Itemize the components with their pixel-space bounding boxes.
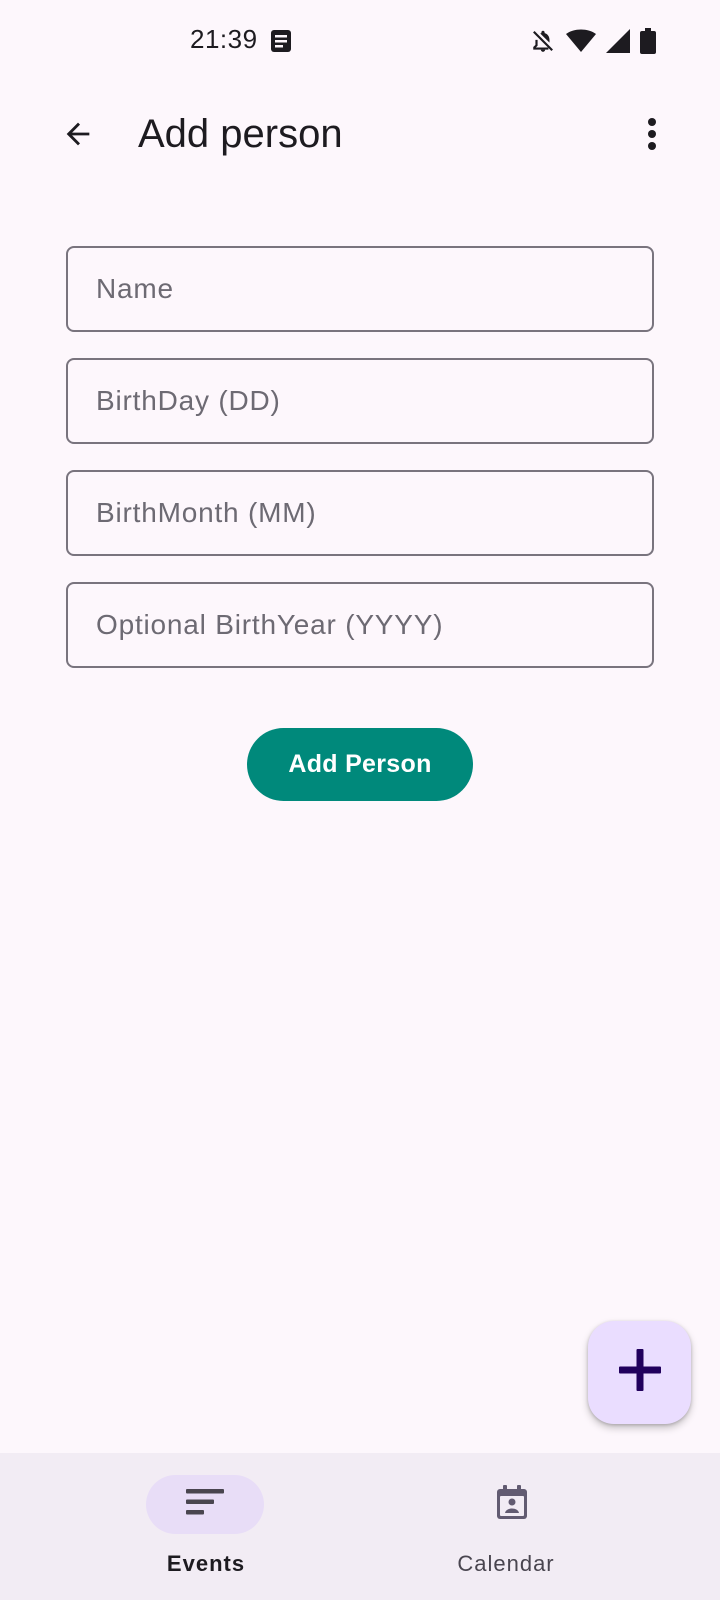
nav-calendar-icon-wrap (362, 1475, 662, 1534)
plus-icon (617, 1347, 663, 1398)
wifi-icon (566, 29, 596, 58)
sort-lines-icon (186, 1489, 224, 1520)
nav-active-indicator (146, 1475, 264, 1534)
page-title: Add person (138, 112, 343, 156)
birthmonth-field[interactable] (66, 470, 654, 556)
nav-item-calendar[interactable]: Calendar (360, 1453, 720, 1600)
status-bar: 21:39 (0, 0, 720, 84)
more-options-button[interactable] (624, 108, 680, 164)
bottom-navigation: Events Calendar (0, 1453, 720, 1600)
birthyear-field[interactable] (66, 582, 654, 668)
nav-label-events: Events (166, 1551, 246, 1576)
add-person-button[interactable]: Add Person (247, 728, 473, 801)
signal-icon (606, 29, 630, 58)
add-fab-button[interactable] (588, 1321, 691, 1424)
name-field[interactable] (66, 246, 654, 332)
more-vert-icon (646, 117, 658, 156)
back-button[interactable] (50, 108, 106, 164)
add-person-form (66, 246, 654, 694)
battery-icon (640, 28, 656, 59)
status-time: 21:39 (190, 24, 258, 54)
nav-label-calendar: Calendar (457, 1551, 555, 1576)
top-app-bar: Add person (0, 84, 720, 186)
arrow-back-icon (61, 117, 95, 156)
status-icons (530, 28, 656, 59)
birthday-field[interactable] (66, 358, 654, 444)
calendar-person-icon (497, 1485, 527, 1524)
bell-off-icon (530, 28, 556, 59)
note-icon (270, 29, 292, 58)
nav-item-events[interactable]: Events (0, 1453, 360, 1600)
